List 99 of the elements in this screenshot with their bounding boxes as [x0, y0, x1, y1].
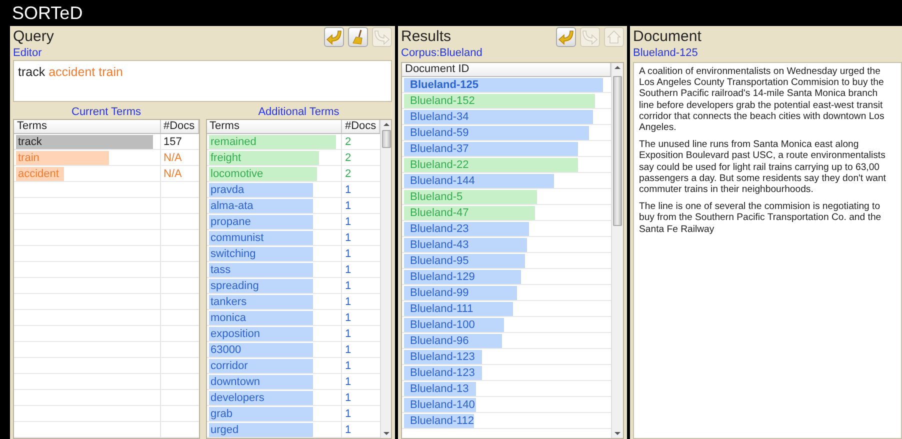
home-icon [605, 28, 623, 46]
term-item[interactable]: locomotive [208, 167, 317, 182]
document-item[interactable]: Blueland-13 [404, 382, 476, 396]
doc-count: 1 [345, 376, 352, 388]
query-text: track accident train [18, 65, 123, 79]
term-item[interactable]: switching [208, 247, 313, 262]
document-item[interactable]: Blueland-96 [404, 334, 502, 348]
table-heading: Current Terms [70, 105, 142, 119]
doc-count: 1 [345, 264, 352, 276]
scrollbar[interactable] [380, 120, 391, 438]
document-item[interactable]: Blueland-43 [404, 238, 527, 252]
doc-count: 1 [345, 248, 352, 260]
scroll-thumb[interactable] [613, 76, 622, 226]
term-item[interactable]: pravda [208, 183, 313, 198]
editor-label: Editor [13, 47, 43, 60]
column-header[interactable]: Terms [14, 120, 160, 133]
scroll-down-icon[interactable] [614, 429, 621, 438]
document-paragraph: The line is one of several the commision is negotiating to buy from the Southern Pacific Transportation Co. and the Santa Fe Railway [639, 201, 882, 235]
term-item[interactable]: exposition [208, 327, 313, 342]
scroll-up-icon[interactable] [382, 120, 390, 129]
document-item[interactable]: Blueland-5 [404, 190, 538, 204]
term-item[interactable]: freight [208, 151, 320, 166]
document-item[interactable]: Blueland-152 [404, 94, 595, 108]
term-item[interactable]: accident [16, 167, 64, 182]
document-item[interactable]: Blueland-144 [404, 174, 554, 188]
column-header[interactable]: Terms [206, 120, 342, 133]
document-item[interactable]: Blueland-23 [404, 222, 530, 236]
document-item[interactable]: Blueland-112 [404, 414, 474, 428]
doc-count: 1 [345, 280, 352, 292]
panel-title: Query [13, 27, 54, 47]
document-item[interactable]: Blueland-125 [404, 78, 603, 92]
doc-count: 1 [345, 408, 352, 420]
document-item[interactable]: Blueland-22 [404, 158, 578, 172]
term-item[interactable]: track [16, 135, 154, 150]
forward-arrow-icon [581, 28, 599, 46]
document-item[interactable]: Blueland-59 [404, 126, 588, 140]
scroll-down-icon[interactable] [382, 429, 390, 438]
scroll-thumb[interactable] [382, 130, 390, 148]
term-item[interactable]: urged [208, 423, 313, 438]
document-item[interactable]: Blueland-123 [404, 366, 482, 380]
doc-count: 2 [345, 168, 352, 180]
document-item[interactable]: Blueland-123 [404, 350, 482, 364]
toolbar-button[interactable] [556, 27, 576, 47]
doc-count: N/A [164, 168, 182, 180]
corpus-label: Corpus:Blueland [401, 47, 484, 60]
doc-count: 157 [164, 136, 182, 148]
term-item[interactable]: tankers [208, 295, 313, 310]
back-arrow-icon [325, 28, 343, 46]
toolbar-button[interactable] [348, 27, 368, 47]
doc-count: 1 [345, 232, 352, 244]
term-item[interactable]: corridor [208, 359, 313, 374]
doc-count: 1 [345, 200, 352, 212]
document-item[interactable]: Blueland-37 [404, 142, 578, 156]
doc-count: 1 [345, 392, 352, 404]
doc-count: 1 [345, 184, 352, 196]
doc-count: 1 [345, 344, 352, 356]
app-title: SORTeD [11, 2, 84, 25]
document-item[interactable]: Blueland-99 [404, 286, 517, 300]
term-item[interactable]: 63000 [208, 343, 313, 358]
document-item[interactable]: Blueland-100 [404, 318, 504, 332]
doc-count: 1 [345, 360, 352, 372]
term-item[interactable]: developers [208, 391, 313, 406]
doc-count: 1 [345, 328, 352, 340]
doc-count: N/A [164, 152, 182, 164]
term-item[interactable]: alma-ata [208, 199, 313, 214]
table-heading: Additional Terms [257, 105, 340, 119]
term-item[interactable]: monica [208, 311, 313, 326]
scrollbar[interactable] [611, 63, 623, 438]
toolbar-button[interactable] [324, 27, 344, 47]
back-arrow-icon [557, 28, 575, 46]
document-paragraph: A coalition of environmentalists on Wednesday urged the Los Angeles County Transportation Commision to buy the Southern Pacific railroad's 14-mile Santa Monica branch line before developers grab the potential east-west transit corridor that connects the beach cities with downtown Los Angeles. [639, 66, 886, 134]
document-item[interactable]: Blueland-111 [404, 302, 513, 316]
doc-count: 1 [345, 296, 352, 308]
document-item[interactable]: Blueland-95 [404, 254, 525, 268]
query-editor[interactable]: track accident train [13, 60, 392, 102]
document-id: Blueland-125 [633, 47, 699, 60]
term-item[interactable]: propane [208, 215, 313, 230]
term-item[interactable]: tass [208, 263, 313, 278]
document-item[interactable]: Blueland-140 [404, 398, 476, 412]
term-item[interactable]: remained [208, 135, 336, 150]
doc-count: 1 [345, 424, 352, 436]
document-item[interactable]: Blueland-129 [404, 270, 521, 284]
term-item[interactable]: train [16, 151, 110, 166]
panel-title: Results [401, 27, 452, 47]
document-item[interactable]: Blueland-47 [404, 206, 536, 220]
doc-count: 1 [345, 312, 352, 324]
term-item[interactable]: spreading [208, 279, 313, 294]
term-item[interactable]: downtown [208, 375, 313, 390]
document-paragraph: The unused line runs from Santa Monica east along Exposition Boulevard past USC, a route environmentalists say could be used for light rail trains carrying up to 63,00 passengers a day. But some residents say they don't want commuter trains in their neighbourhoods. [639, 139, 887, 196]
forward-arrow-icon [373, 28, 391, 46]
panel-title: Document [633, 27, 702, 47]
column-header[interactable]: #Docs [160, 120, 198, 133]
doc-count: 1 [345, 216, 352, 228]
doc-count: 2 [345, 152, 352, 164]
term-item[interactable]: communist [208, 231, 313, 246]
term-item[interactable]: grab [208, 407, 313, 422]
document-item[interactable]: Blueland-34 [404, 110, 593, 124]
scroll-up-icon[interactable] [614, 63, 621, 72]
doc-count: 2 [345, 136, 352, 148]
